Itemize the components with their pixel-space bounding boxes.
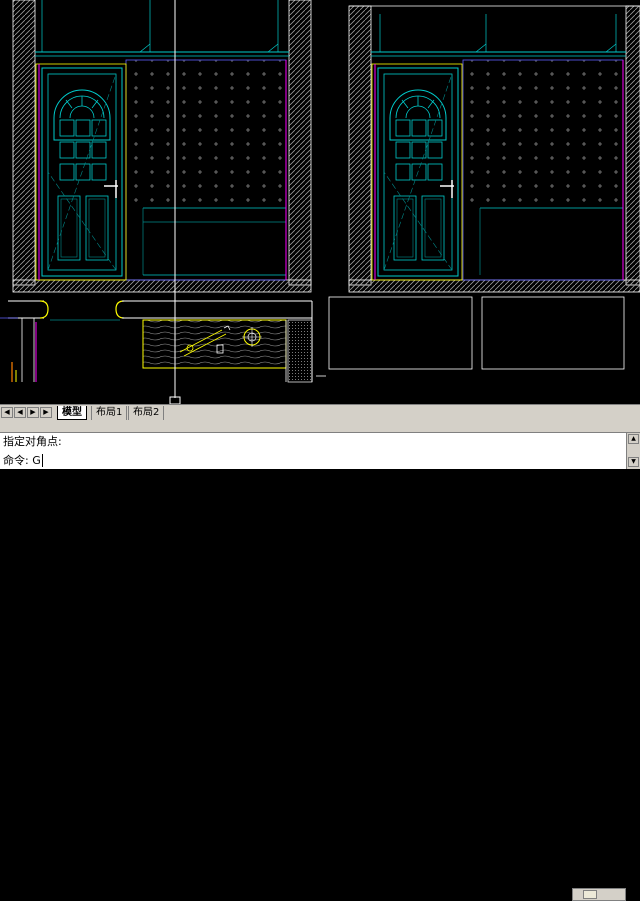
command-scrollbar[interactable]: ▲ ▼: [626, 433, 640, 469]
command-history-line: 指定对角点:: [3, 435, 62, 448]
command-prompt[interactable]: 命令: G: [3, 453, 43, 469]
tab-model[interactable]: 模型: [57, 406, 87, 420]
text-caret: [41, 454, 43, 467]
drawing-canvas[interactable]: [0, 0, 640, 404]
last-tab-icon[interactable]: ▶: [40, 407, 52, 418]
viewport-frame-1: [328, 296, 473, 370]
scroll-thumb[interactable]: [583, 890, 597, 899]
layout-tab-bar: ◀ ◀ ▶ ▶ 模型 布局1 布局2: [0, 404, 640, 420]
command-hscrollbar[interactable]: [572, 888, 626, 901]
viewport-frame-2: [481, 296, 625, 370]
command-prompt-label: 命令:: [3, 454, 29, 467]
plan-view: [0, 300, 326, 383]
left-elevation: [12, 0, 312, 293]
scroll-up-icon[interactable]: ▲: [628, 434, 639, 444]
first-tab-icon[interactable]: ◀: [1, 407, 13, 418]
prev-tab-icon[interactable]: ◀: [14, 407, 26, 418]
command-window[interactable]: 指定对角点: 命令: G ▲ ▼: [0, 432, 640, 901]
tab-layout2[interactable]: 布局2: [128, 406, 165, 420]
command-input[interactable]: G: [32, 454, 41, 467]
tab-layout1[interactable]: 布局1: [91, 406, 128, 420]
scroll-down-icon[interactable]: ▼: [628, 457, 639, 467]
right-elevation: [348, 5, 640, 293]
window-gap: [0, 420, 640, 432]
next-tab-icon[interactable]: ▶: [27, 407, 39, 418]
